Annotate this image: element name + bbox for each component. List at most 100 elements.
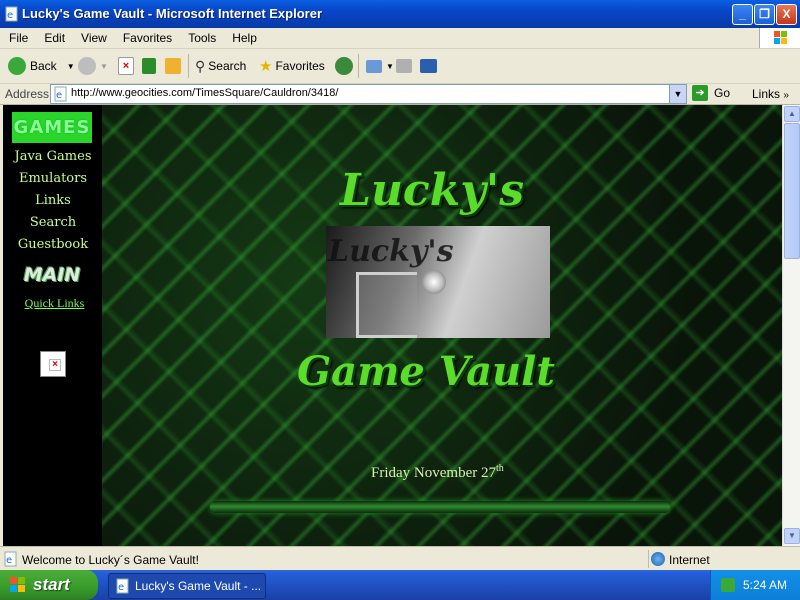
print-icon	[396, 59, 412, 73]
svg-text:e: e	[56, 90, 62, 101]
chevron-down-icon: ▼	[66, 61, 75, 71]
sidebar-link-search[interactable]: Search	[3, 215, 103, 230]
edit-icon	[420, 59, 437, 73]
svg-text:e: e	[6, 555, 12, 566]
chevron-down-icon: ▼	[386, 61, 394, 71]
page-content: GAMES Java Games Emulators Links Search …	[0, 105, 782, 546]
print-button[interactable]	[396, 55, 416, 77]
minimize-button[interactable]: _	[732, 4, 753, 25]
start-button[interactable]: start	[0, 570, 98, 600]
refresh-button[interactable]	[142, 55, 160, 77]
favorites-label: Favorites	[275, 59, 325, 73]
taskbar-item-ie[interactable]: e Lucky's Game Vault - ...	[108, 573, 266, 599]
go-label: Go	[714, 86, 731, 100]
home-icon	[165, 58, 181, 74]
ie-icon: e	[116, 578, 129, 594]
go-arrow-icon: ➔	[692, 85, 708, 101]
stop-icon: ×	[118, 57, 134, 75]
status-bar: e Welcome to Lucky´s Game Vault! Interne…	[0, 546, 800, 571]
chevron-right-icon: »	[783, 90, 789, 101]
window-title: Lucky's Game Vault - Microsoft Internet …	[22, 6, 323, 21]
star-icon: ★	[259, 58, 273, 75]
stop-button[interactable]: ×	[118, 55, 138, 77]
svg-text:e: e	[118, 582, 124, 593]
menu-view[interactable]: View	[72, 28, 114, 45]
menu-tools[interactable]: Tools	[179, 28, 223, 45]
sidebar-link-guestbook[interactable]: Guestbook	[3, 237, 103, 252]
quick-links[interactable]: Quick Links	[3, 296, 106, 311]
chevron-down-icon: ▼	[100, 61, 108, 71]
sidebar-link-emulators[interactable]: Emulators	[3, 171, 103, 186]
sidebar-link-links[interactable]: Links	[3, 193, 103, 208]
refresh-icon	[142, 58, 156, 74]
links-button[interactable]: Links »	[752, 87, 789, 101]
main-panel: Lucky's Lucky's Game Vault Friday Novemb…	[102, 105, 782, 546]
address-label: Address	[5, 87, 50, 101]
system-tray: 5:24 AM	[710, 570, 800, 600]
windows-logo-icon	[759, 28, 800, 48]
toolbar-separator	[358, 54, 359, 78]
clock: 5:24 AM	[743, 578, 788, 592]
start-label: start	[33, 575, 70, 594]
media-button[interactable]	[335, 55, 357, 77]
date-main: Friday November 27	[371, 465, 496, 481]
go-button[interactable]: ➔ Go	[692, 84, 730, 102]
security-zone: Internet	[648, 550, 799, 568]
zone-label: Internet	[669, 553, 710, 567]
svg-text:e: e	[7, 10, 13, 21]
edit-button[interactable]	[420, 55, 441, 77]
vault-image-text: Lucky's	[328, 234, 454, 269]
page-status-icon: e	[4, 551, 17, 567]
date-suffix: th	[495, 463, 504, 474]
close-button[interactable]: X	[776, 4, 797, 25]
windows-flag-icon	[10, 577, 25, 592]
green-divider-bar	[210, 501, 670, 513]
address-url: http://www.geocities.com/TimesSquare/Cau…	[71, 87, 339, 99]
status-text: Welcome to Lucky´s Game Vault!	[22, 553, 199, 567]
main-link[interactable]: MAIN	[19, 263, 85, 287]
menu-bar: File Edit View Favorites Tools Help	[0, 28, 800, 49]
scroll-thumb[interactable]	[784, 123, 800, 259]
scroll-up-button[interactable]: ▲	[784, 106, 800, 122]
search-button[interactable]: ⚲ Search	[195, 55, 246, 77]
forward-arrow-icon	[78, 57, 96, 75]
scroll-down-button[interactable]: ▼	[784, 528, 800, 544]
back-button[interactable]: Back ▼	[8, 55, 75, 77]
links-label: Links	[752, 87, 781, 101]
vault-key-shape	[356, 272, 417, 338]
search-label: Search	[208, 59, 247, 73]
mail-icon	[366, 59, 382, 73]
globe-icon	[651, 552, 665, 566]
address-input[interactable]: e http://www.geocities.com/TimesSquare/C…	[50, 84, 687, 104]
vertical-scrollbar[interactable]: ▲ ▼	[782, 105, 800, 546]
media-icon	[335, 57, 353, 75]
logo-lucky: Lucky's	[340, 165, 525, 216]
address-bar: Address e http://www.geocities.com/Times…	[0, 84, 800, 105]
taskbar: start e Lucky's Game Vault - ... 5:24 AM	[0, 570, 800, 600]
page-icon: e	[54, 86, 67, 102]
vault-dial-icon	[422, 270, 446, 294]
address-dropdown-button[interactable]: ▼	[669, 85, 686, 103]
home-button[interactable]	[165, 55, 185, 77]
menu-file[interactable]: File	[0, 28, 35, 45]
network-icon[interactable]	[721, 578, 735, 592]
sidebar-link-java-games[interactable]: Java Games	[3, 149, 103, 164]
menu-edit[interactable]: Edit	[35, 28, 72, 45]
back-label: Back	[30, 59, 57, 73]
taskbar-item-label: Lucky's Game Vault - ...	[135, 579, 262, 593]
forward-button[interactable]: ▼	[78, 55, 108, 77]
logo-game-vault: Game Vault	[297, 348, 555, 395]
back-arrow-icon	[8, 57, 26, 75]
mail-button[interactable]: ▼	[366, 55, 394, 77]
maximize-button[interactable]: ❐	[754, 4, 775, 25]
games-header[interactable]: GAMES	[12, 112, 92, 143]
sidebar: GAMES Java Games Emulators Links Search …	[0, 105, 102, 546]
toolbar: Back ▼ ▼ × ⚲ Search ★ Favorites ▼	[0, 49, 800, 84]
search-icon: ⚲	[195, 57, 206, 74]
favorites-button[interactable]: ★ Favorites	[259, 55, 325, 77]
menu-favorites[interactable]: Favorites	[114, 28, 179, 45]
title-bar: e Lucky's Game Vault - Microsoft Interne…	[0, 0, 800, 28]
menu-help[interactable]: Help	[223, 28, 264, 45]
vault-image: Lucky's	[326, 226, 550, 338]
ie-page-icon: e	[5, 6, 18, 22]
